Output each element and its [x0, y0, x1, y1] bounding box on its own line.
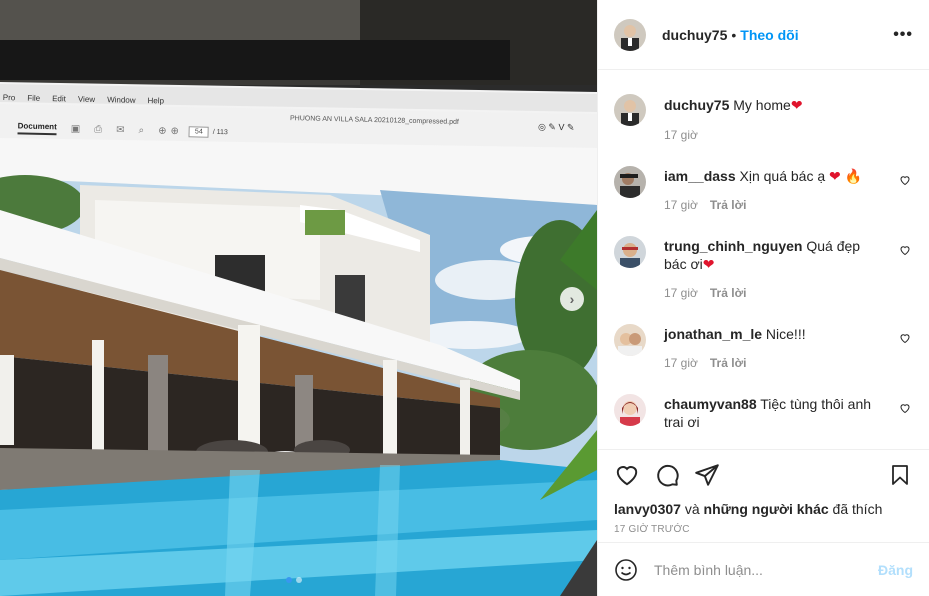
- carousel-next-button[interactable]: ›: [560, 287, 584, 311]
- caption-avatar[interactable]: [614, 94, 646, 126]
- comment-time[interactable]: 17 giờ: [664, 196, 698, 214]
- add-comment-bar: Đăng: [598, 542, 929, 596]
- caption-time[interactable]: 17 giờ: [664, 126, 698, 144]
- red-heart-emoji-icon: ❤: [790, 97, 803, 113]
- post-comment-button[interactable]: Đăng: [878, 562, 913, 578]
- commenter-avatar[interactable]: [614, 236, 646, 268]
- likes-others-link[interactable]: những người khác: [704, 501, 829, 517]
- comment-username[interactable]: trung_chinh_nguyen: [664, 238, 802, 254]
- menu-item-help: Help: [147, 95, 165, 105]
- liker-username[interactable]: lanvy0307: [614, 501, 681, 517]
- save-post-button[interactable]: [887, 462, 913, 488]
- emoji-picker-icon[interactable]: [614, 558, 638, 582]
- post-actions: lanvy0307 và những người khác đã thích 1…: [598, 449, 929, 535]
- reply-button[interactable]: Trả lời: [710, 354, 747, 372]
- paper-plane-icon: [695, 464, 719, 486]
- comment-item: chaumyvan88 Tiệc tùng thôi anh trai ơi: [614, 394, 913, 431]
- menu-item-pro: Pro: [2, 92, 16, 102]
- commenter-avatar[interactable]: [614, 166, 646, 198]
- comment-item: iam__dass Xịn quá bác ạ ❤ 🔥 17 giờ Trả l…: [614, 166, 913, 214]
- save-icon: ▣: [70, 123, 81, 135]
- carousel-indicator: [286, 577, 302, 583]
- reply-button[interactable]: Trả lời: [710, 284, 747, 302]
- carousel-dot-2: [296, 577, 302, 583]
- caption-text: My home: [733, 97, 791, 113]
- commenter-avatar[interactable]: [614, 394, 646, 426]
- comment-time[interactable]: 17 giờ: [664, 284, 698, 302]
- page-number: 54: [188, 125, 209, 138]
- page-total: / 113: [212, 128, 228, 136]
- author-avatar[interactable]: [614, 18, 646, 51]
- print-icon: ⎙: [94, 123, 103, 135]
- comments-list[interactable]: duchuy75 My home❤ 17 giờ iam__dass Xịn q…: [598, 71, 929, 449]
- page-down-icon: ⊕: [170, 125, 180, 137]
- speech-bubble-icon: [657, 464, 679, 487]
- menu-item-window: Window: [107, 94, 136, 105]
- comment-username[interactable]: jonathan_m_le: [664, 326, 762, 342]
- commenter-avatar[interactable]: [614, 324, 646, 356]
- more-options-icon[interactable]: •••: [893, 26, 913, 44]
- zoom-icon: ⌕: [138, 124, 145, 136]
- comment-item: jonathan_m_le Nice!!! 17 giờ Trả lời: [614, 324, 913, 372]
- like-comment-heart-icon[interactable]: [899, 244, 911, 256]
- like-comment-heart-icon[interactable]: [899, 332, 911, 344]
- like-comment-heart-icon[interactable]: [899, 174, 911, 186]
- post-side-panel: duchuy75 • Theo dõi ••• duchuy75 My home…: [597, 0, 929, 596]
- likes-connector: và: [684, 501, 700, 517]
- menu-item-edit: Edit: [52, 93, 67, 103]
- comment-text: Nice!!!: [765, 326, 806, 342]
- carousel-dot-1: [286, 577, 292, 583]
- share-button[interactable]: [694, 462, 720, 488]
- caption-item: duchuy75 My home❤ 17 giờ: [614, 94, 913, 144]
- comment-item: trung_chinh_nguyen Quá đẹp bác ơi❤ 17 gi…: [614, 236, 913, 302]
- comment-username[interactable]: chaumyvan88: [664, 396, 757, 412]
- likes-suffix: đã thích: [832, 501, 883, 517]
- comment-text: Xịn quá bác ạ: [739, 168, 826, 184]
- post-modal: Pro File Edit View Window Help Document …: [0, 0, 929, 596]
- mail-icon: ✉: [116, 124, 125, 136]
- menu-item-file: File: [27, 93, 41, 103]
- red-heart-emoji-icon: ❤: [702, 256, 715, 272]
- fire-emoji-icon: 🔥: [844, 168, 863, 184]
- post-photo[interactable]: Pro File Edit View Window Help Document …: [0, 0, 597, 596]
- bookmark-icon: [892, 465, 908, 485]
- reply-button[interactable]: Trả lời: [710, 196, 747, 214]
- post-timestamp[interactable]: 17 GIỜ TRƯỚC: [614, 524, 913, 535]
- page-up-icon: ⊕: [158, 125, 167, 137]
- document-tab: Document: [17, 120, 57, 135]
- comment-input[interactable]: [654, 561, 878, 578]
- red-heart-emoji-icon: ❤: [829, 168, 841, 184]
- comment-time[interactable]: 17 giờ: [664, 354, 698, 372]
- pdf-tools-icons: ◎ ✎ V ✎: [537, 121, 575, 133]
- like-comment-heart-icon[interactable]: [899, 402, 911, 414]
- chevron-right-icon: ›: [569, 291, 575, 307]
- caption-username[interactable]: duchuy75: [664, 97, 729, 113]
- menu-item-view: View: [77, 94, 96, 104]
- heart-icon: [616, 466, 638, 486]
- header-separator: •: [731, 26, 737, 43]
- like-button[interactable]: [614, 462, 640, 488]
- likes-summary: lanvy0307 và những người khác đã thích: [614, 500, 913, 518]
- comment-username[interactable]: iam__dass: [664, 168, 736, 184]
- author-username[interactable]: duchuy75: [662, 27, 727, 43]
- post-header: duchuy75 • Theo dõi •••: [598, 0, 929, 70]
- comment-button[interactable]: [654, 462, 680, 488]
- follow-button[interactable]: Theo dõi: [740, 27, 798, 43]
